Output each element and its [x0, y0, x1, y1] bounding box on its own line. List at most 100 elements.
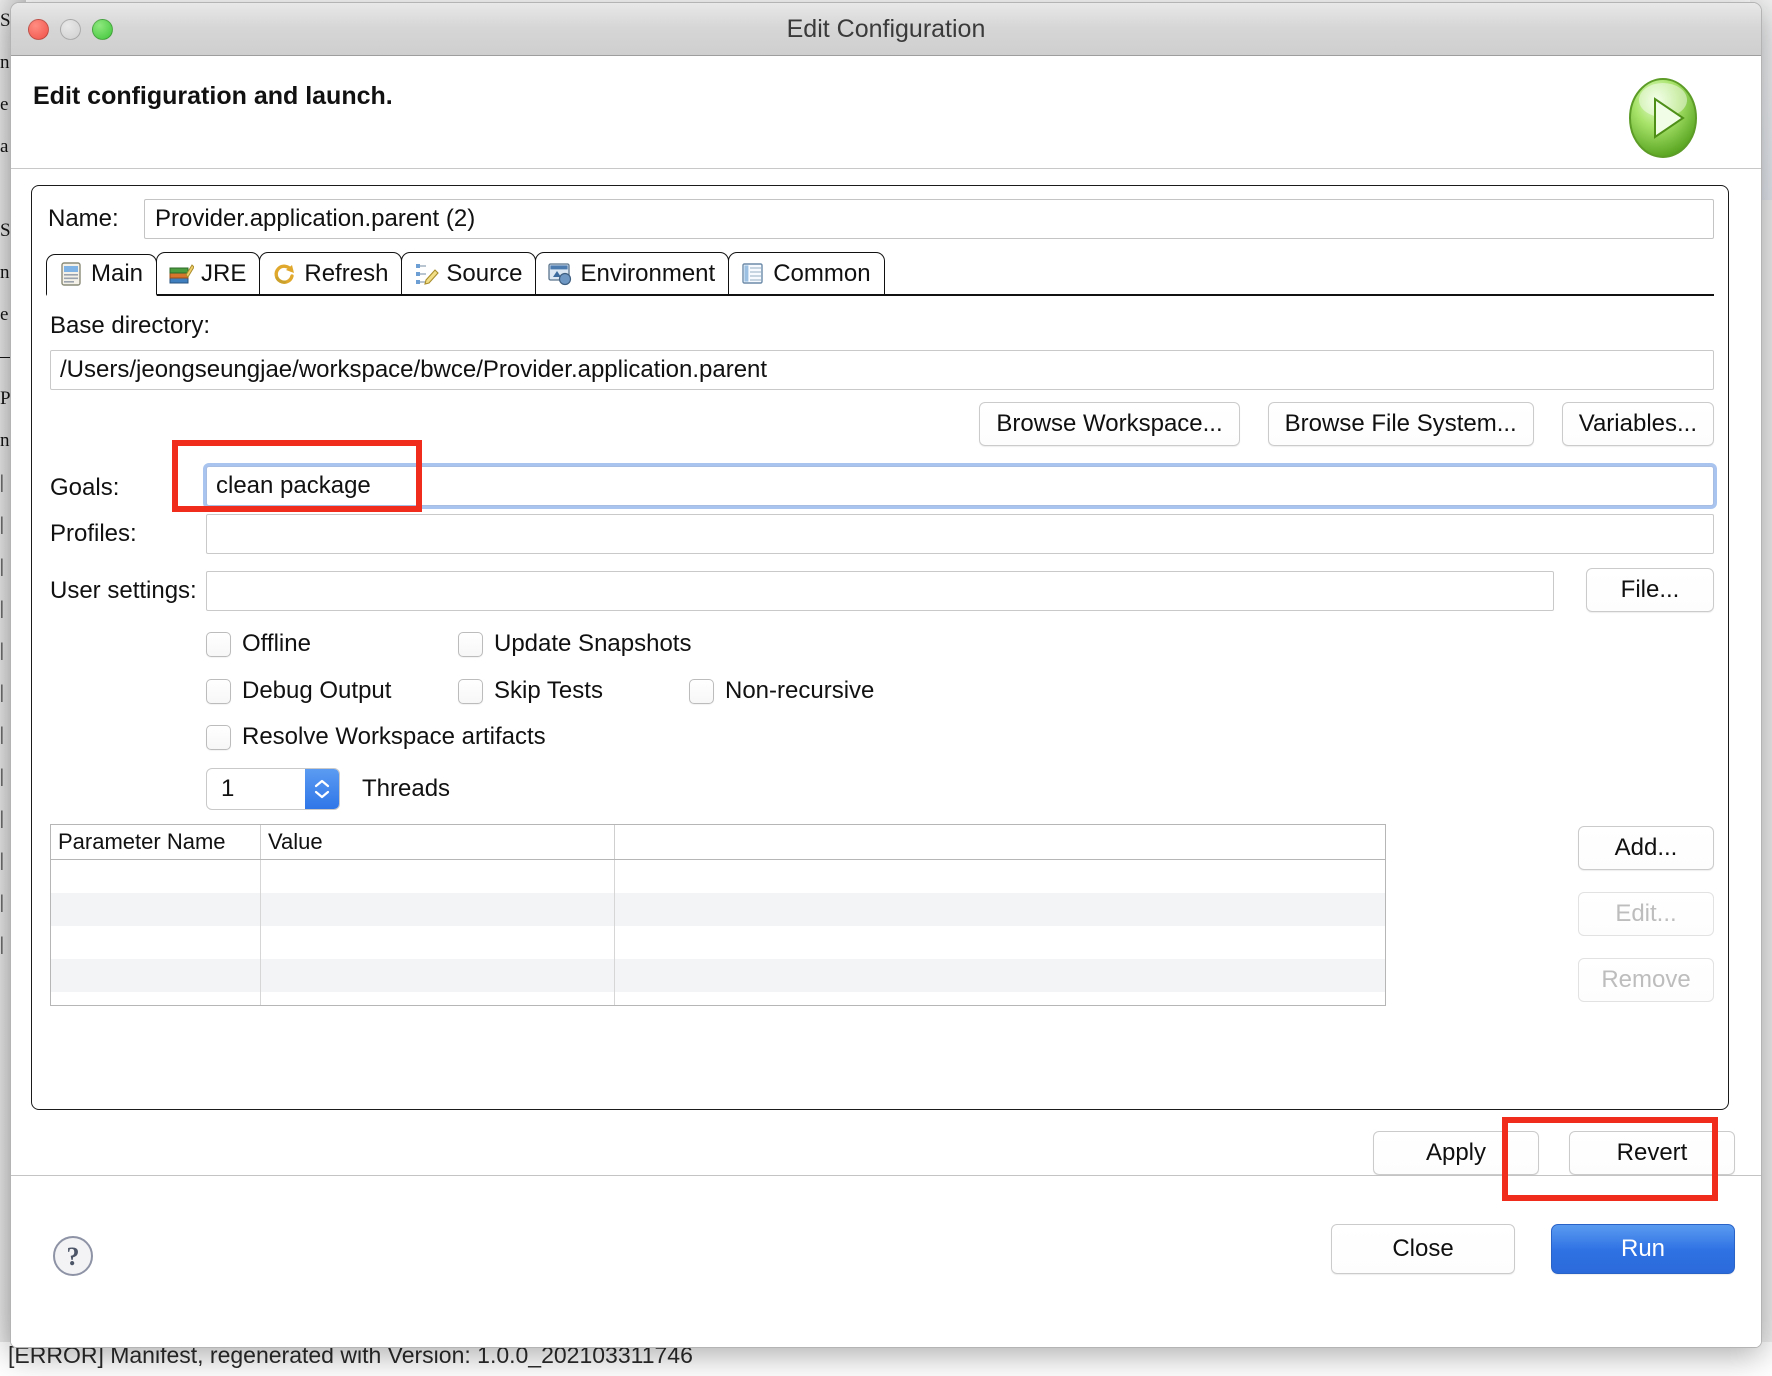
window-controls [28, 18, 113, 40]
threads-stepper-buttons[interactable] [305, 769, 339, 809]
skip-tests-checkbox[interactable]: Skip Tests [458, 677, 633, 705]
revert-button[interactable]: Revert [1569, 1131, 1735, 1175]
apply-revert-row: Apply Revert [1373, 1131, 1735, 1175]
goals-input[interactable] [206, 466, 1714, 506]
non-recursive-checkbox[interactable]: Non-recursive [689, 677, 874, 705]
add-parameter-button[interactable]: Add... [1578, 826, 1714, 870]
dialog-title: Edit Configuration [786, 14, 986, 43]
browse-file-system-button[interactable]: Browse File System... [1267, 402, 1534, 446]
parameters-table-body [51, 860, 1385, 1005]
offline-checkbox-label: Offline [242, 630, 311, 657]
jre-books-icon [168, 261, 195, 287]
threads-value[interactable]: 1 [207, 769, 305, 809]
table-row[interactable] [51, 926, 1385, 959]
threads-row: 1 Threads [206, 768, 450, 810]
update-snapshots-checkbox[interactable]: Update Snapshots [458, 630, 691, 658]
non-recursive-checkbox-label: Non-recursive [725, 677, 875, 704]
edit-parameter-button[interactable]: Edit... [1578, 892, 1714, 936]
debug-output-checkbox[interactable]: Debug Output [206, 677, 402, 705]
browse-button-row: Browse Workspace... Browse File System..… [979, 402, 1714, 446]
apply-button[interactable]: Apply [1373, 1131, 1539, 1175]
user-settings-input[interactable] [206, 571, 1554, 611]
user-settings-file-button[interactable]: File... [1586, 568, 1714, 612]
goals-label: Goals: [50, 474, 120, 501]
refresh-arrows-icon [271, 261, 297, 287]
configuration-group: Name: Main [31, 185, 1729, 1110]
skip-tests-checkbox-label: Skip Tests [494, 677, 603, 704]
common-table-icon [740, 261, 766, 287]
parameters-button-column: Add... Edit... Remove [1578, 826, 1714, 1002]
table-row[interactable] [51, 992, 1385, 1005]
name-input[interactable] [144, 199, 1714, 239]
parameters-table[interactable]: Parameter Name Value [50, 824, 1386, 1006]
checkbox-row-1: Offline Update Snapshots [206, 630, 691, 658]
dialog-footer: ? Close Run [11, 1175, 1761, 1347]
dialog-body: Name: Main [11, 169, 1761, 1347]
offline-checkbox-box[interactable] [206, 631, 231, 657]
browse-workspace-button[interactable]: Browse Workspace... [979, 402, 1240, 446]
minimize-window-button[interactable] [60, 18, 81, 40]
dialog-titlebar[interactable]: Edit Configuration [11, 3, 1761, 56]
resolve-workspace-artifacts-checkbox-box[interactable] [206, 724, 231, 750]
table-row[interactable] [51, 893, 1385, 926]
update-snapshots-checkbox-label: Update Snapshots [494, 630, 692, 657]
main-tab-panel: Base directory: Browse Workspace... Brow… [46, 296, 1714, 1097]
zoom-window-button[interactable] [92, 18, 113, 40]
threads-stepper[interactable]: 1 [206, 768, 340, 810]
base-directory-input[interactable] [50, 350, 1714, 390]
column-header-parameter-name[interactable]: Parameter Name [51, 825, 261, 859]
tab-refresh-label: Refresh [304, 259, 389, 287]
tab-source[interactable]: Source [401, 252, 537, 294]
tab-environment[interactable]: Environment [535, 252, 730, 294]
name-label: Name: [48, 205, 119, 232]
environment-icon [547, 261, 573, 287]
parameters-table-header: Parameter Name Value [51, 825, 1385, 860]
edit-configuration-dialog: Edit Configuration Edit configuration an… [10, 2, 1762, 1348]
tab-strip: Main JRE Refresh Source Environment Comm… [46, 252, 1714, 296]
column-header-value[interactable]: Value [261, 825, 615, 859]
tab-common[interactable]: Common [728, 252, 885, 294]
chevron-down-icon [314, 790, 330, 799]
close-button[interactable]: Close [1331, 1224, 1515, 1274]
user-settings-label: User settings: [50, 577, 197, 604]
tab-jre-label: JRE [201, 259, 247, 287]
tab-main-label: Main [91, 259, 144, 287]
profiles-label: Profiles: [50, 520, 137, 547]
run-green-play-icon [1617, 70, 1709, 162]
svg-text:?: ? [67, 1242, 80, 1271]
tab-jre[interactable]: JRE [156, 252, 261, 294]
footer-button-row: Close Run [1331, 1224, 1735, 1274]
checkbox-row-2: Debug Output Skip Tests Non-recursive [206, 677, 874, 705]
resolve-workspace-artifacts-checkbox-label: Resolve Workspace artifacts [242, 723, 546, 750]
tab-environment-label: Environment [580, 259, 716, 287]
source-pencil-icon [413, 261, 440, 287]
run-button[interactable]: Run [1551, 1224, 1735, 1274]
debug-output-checkbox-box[interactable] [206, 678, 231, 704]
remove-parameter-button[interactable]: Remove [1578, 958, 1714, 1002]
close-window-button[interactable] [28, 18, 49, 40]
main-clipboard-icon [58, 261, 84, 287]
help-question-icon[interactable]: ? [51, 1234, 95, 1278]
skip-tests-checkbox-box[interactable] [458, 678, 483, 704]
table-row[interactable] [51, 959, 1385, 992]
name-row: Name: [48, 198, 1714, 240]
tab-refresh[interactable]: Refresh [259, 252, 403, 294]
tab-main[interactable]: Main [46, 254, 158, 296]
column-header-spacer [615, 825, 1385, 859]
resolve-workspace-artifacts-checkbox[interactable]: Resolve Workspace artifacts [206, 723, 546, 751]
tab-source-label: Source [446, 259, 523, 287]
variables-button[interactable]: Variables... [1561, 402, 1714, 446]
chevron-up-icon [314, 779, 330, 788]
table-row[interactable] [51, 860, 1385, 893]
dialog-header: Edit configuration and launch. [11, 56, 1761, 169]
debug-output-checkbox-label: Debug Output [242, 677, 392, 704]
tab-common-label: Common [773, 259, 871, 287]
base-directory-label: Base directory: [50, 312, 211, 339]
non-recursive-checkbox-box[interactable] [689, 678, 714, 704]
update-snapshots-checkbox-box[interactable] [458, 631, 483, 657]
header-title: Edit configuration and launch. [33, 82, 393, 110]
profiles-input[interactable] [206, 514, 1714, 554]
offline-checkbox[interactable]: Offline [206, 630, 402, 658]
checkbox-row-3: Resolve Workspace artifacts [206, 723, 546, 751]
threads-label: Threads [362, 775, 451, 802]
